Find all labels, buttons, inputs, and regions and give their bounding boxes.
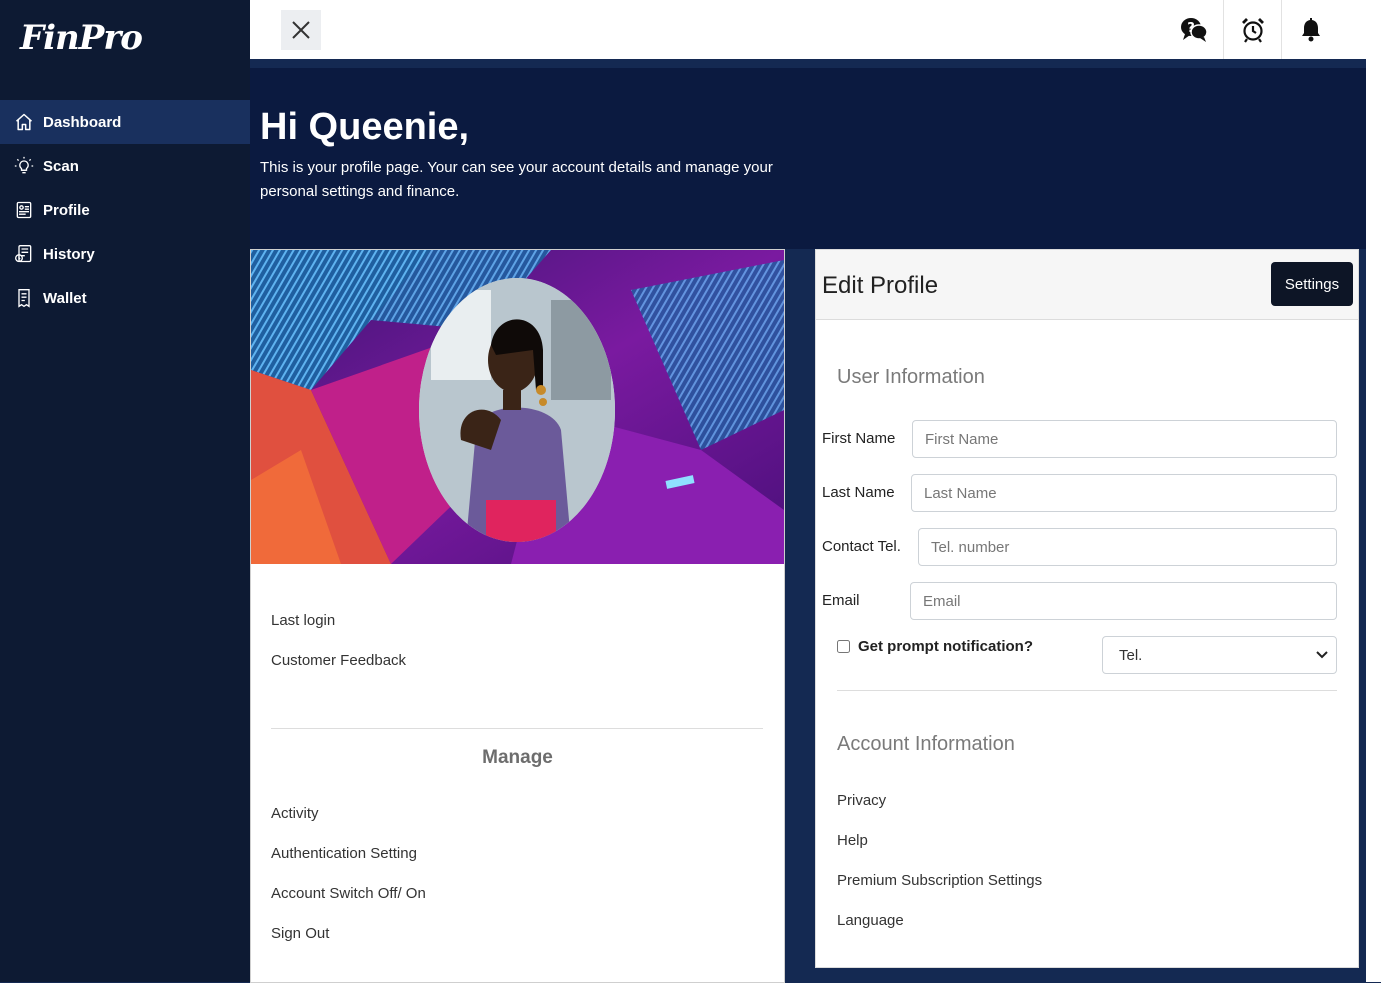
lightbulb-icon <box>14 156 34 174</box>
email-label: Email <box>822 592 860 609</box>
last-login-link[interactable]: Last login <box>271 610 406 650</box>
sidebar-item-label: History <box>43 245 95 263</box>
brand-logo[interactable]: FinPro <box>20 18 143 58</box>
sidebar-item-profile[interactable]: Profile <box>0 188 250 232</box>
last-name-field[interactable] <box>911 474 1337 512</box>
welcome-banner: Hi Queenie, This is your profile page. Y… <box>250 68 1366 249</box>
email-field[interactable] <box>910 582 1337 620</box>
manage-heading: Manage <box>482 747 553 768</box>
greeting-title: Hi Queenie, <box>260 106 470 148</box>
profile-card: Last login Customer Feedback Manage Acti… <box>250 249 785 983</box>
first-name-label: First Name <box>822 430 896 447</box>
first-name-field[interactable] <box>912 420 1337 458</box>
sidebar-nav: Dashboard Scan Profile History Wallet <box>0 100 250 320</box>
alarm-button[interactable] <box>1223 0 1281 59</box>
account-links: Privacy Help Premium Subscription Settin… <box>837 790 1042 950</box>
close-icon <box>292 21 310 39</box>
sidebar-item-history[interactable]: History <box>0 232 250 276</box>
language-link[interactable]: Language <box>837 910 1042 950</box>
contact-tel-field[interactable] <box>918 528 1337 566</box>
sign-out-link[interactable]: Sign Out <box>271 923 426 963</box>
sidebar-item-label: Wallet <box>43 289 87 307</box>
notification-method-select[interactable]: Tel. <box>1102 636 1337 674</box>
premium-subscription-link[interactable]: Premium Subscription Settings <box>837 870 1042 910</box>
user-information-heading: User Information <box>837 366 985 388</box>
svg-text:?: ? <box>1187 21 1195 36</box>
account-switch-link[interactable]: Account Switch Off/ On <box>271 883 426 923</box>
chevron-down-icon <box>1316 651 1328 659</box>
sidebar-item-label: Scan <box>43 157 79 175</box>
settings-button[interactable]: Settings <box>1271 262 1353 306</box>
sidebar: FinPro Dashboard Scan Profile History Wa… <box>0 0 250 982</box>
history-icon <box>15 245 32 263</box>
contact-tel-label: Contact Tel. <box>822 538 901 555</box>
prompt-notification-label: Get prompt notification? <box>858 638 1033 655</box>
last-name-label: Last Name <box>822 484 895 501</box>
manage-links: Activity Authentication Setting Account … <box>271 803 426 963</box>
alarm-clock-icon <box>1241 17 1264 43</box>
divider <box>837 690 1337 691</box>
sidebar-item-scan[interactable]: Scan <box>0 144 250 188</box>
divider <box>271 728 763 729</box>
authentication-setting-link[interactable]: Authentication Setting <box>271 843 426 883</box>
welcome-description: This is your profile page. Your can see … <box>260 159 773 200</box>
sidebar-item-dashboard[interactable]: Dashboard <box>0 100 250 144</box>
close-sidebar-button[interactable] <box>281 10 321 50</box>
help-link[interactable]: Help <box>837 830 1042 870</box>
edit-profile-title: Edit Profile <box>822 272 939 299</box>
edit-profile-card: Edit Profile Settings User Information F… <box>815 249 1359 968</box>
customer-feedback-link[interactable]: Customer Feedback <box>271 650 406 690</box>
bell-icon <box>1301 17 1320 41</box>
home-icon <box>16 113 32 131</box>
activity-link[interactable]: Activity <box>271 803 426 843</box>
help-chat-button[interactable]: ? <box>1165 0 1222 59</box>
sidebar-item-label: Profile <box>43 201 90 219</box>
top-bar: ? <box>250 0 1366 59</box>
profile-links: Last login Customer Feedback <box>271 610 406 690</box>
profile-cover-image <box>251 250 784 564</box>
page-scrollbar[interactable] <box>1366 0 1381 982</box>
notifications-button[interactable] <box>1281 0 1339 59</box>
privacy-link[interactable]: Privacy <box>837 790 1042 830</box>
sidebar-item-label: Dashboard <box>43 113 122 131</box>
account-information-heading: Account Information <box>837 733 1015 755</box>
edit-profile-header: Edit Profile Settings <box>816 250 1358 320</box>
chat-help-icon: ? <box>1180 17 1208 42</box>
sidebar-item-wallet[interactable]: Wallet <box>0 276 250 320</box>
wallet-icon <box>18 289 30 308</box>
prompt-notification-row[interactable]: Get prompt notification? <box>837 638 1033 655</box>
notification-method-value: Tel. <box>1119 646 1143 664</box>
profile-card-icon <box>16 201 32 219</box>
prompt-notification-checkbox[interactable] <box>837 640 850 653</box>
